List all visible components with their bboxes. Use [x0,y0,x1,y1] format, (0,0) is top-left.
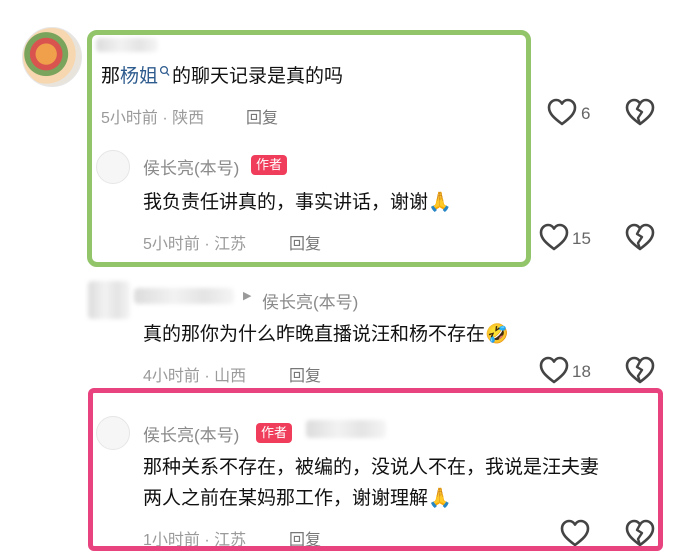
like-count: 18 [572,362,591,381]
broken-heart-icon [625,356,655,384]
meta-separator: · [199,368,215,385]
like-button[interactable] [546,97,578,127]
replier-avatar-blurred[interactable] [88,281,130,319]
reply-text: 真的那你为什么昨晚直播说汪和杨不存在🤣 [143,324,509,345]
like-button[interactable] [538,355,570,385]
reply-to-arrow: ▶ [243,290,252,302]
reply-button[interactable]: 回复 [289,362,321,386]
reply-time: 4小时前 [143,368,200,385]
broken-heart-icon [625,98,655,126]
dislike-button[interactable] [624,355,656,385]
reply-location: 山西 [214,368,247,385]
heart-outline-icon [539,356,569,384]
like-count: 15 [572,229,591,248]
highlight-box-pink [88,388,663,551]
dislike-button[interactable] [624,97,656,127]
dislike-button[interactable] [624,222,656,252]
heart-outline-icon [547,98,577,126]
like-count: 6 [581,104,591,123]
broken-heart-icon [625,223,655,251]
like-button[interactable] [538,222,570,252]
heart-outline-icon [539,223,569,251]
reply-to-name[interactable]: 侯长亮(本号) [262,288,358,313]
commenter-avatar[interactable] [22,27,82,87]
replier-name-blurred[interactable] [134,288,234,304]
reply-meta: 4小时前 · 山西 [143,362,246,386]
highlight-box-green [87,30,531,267]
